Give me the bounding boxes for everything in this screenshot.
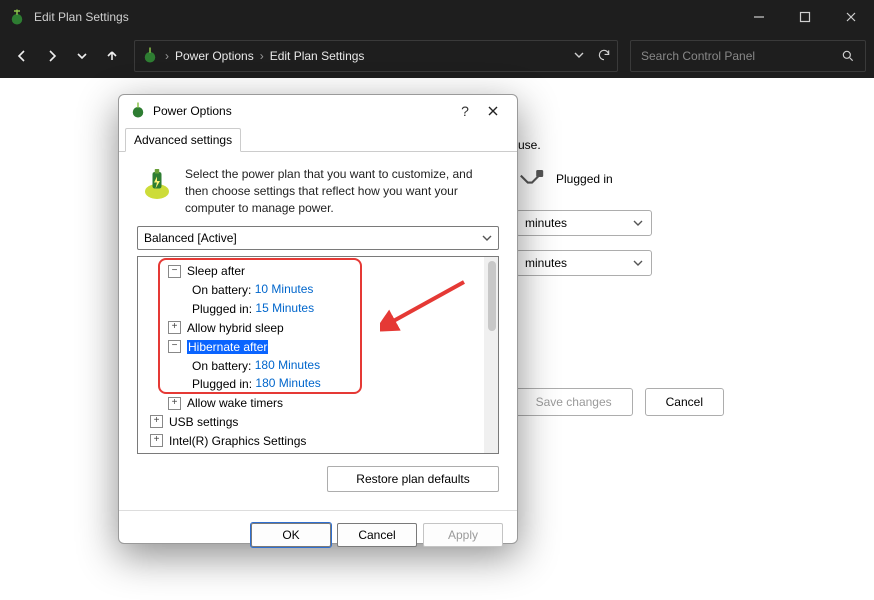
- back-button[interactable]: [8, 42, 36, 70]
- hibernate-on-battery-value[interactable]: 180 Minutes: [255, 358, 320, 372]
- power-plan-select[interactable]: Balanced [Active]: [137, 226, 499, 250]
- hint-tail: use.: [518, 138, 541, 152]
- titlebar: Edit Plan Settings: [0, 0, 874, 34]
- collapse-icon[interactable]: −: [168, 265, 181, 278]
- tree-node-allow-hybrid-sleep[interactable]: +Allow hybrid sleep: [144, 318, 478, 337]
- hibernate-after-label: Hibernate after: [187, 340, 268, 354]
- breadcrumb-root[interactable]: Power Options: [175, 49, 254, 63]
- tree-node-graphics-settings[interactable]: +Intel(R) Graphics Settings: [144, 431, 478, 450]
- search-icon: [841, 49, 855, 63]
- battery-icon: [139, 166, 175, 216]
- power-options-icon: [8, 8, 26, 26]
- chevron-right-icon: ›: [260, 49, 264, 63]
- cancel-button[interactable]: Cancel: [645, 388, 724, 416]
- forward-button[interactable]: [38, 42, 66, 70]
- minimize-button[interactable]: [736, 0, 782, 34]
- chevron-down-icon[interactable]: [573, 49, 585, 64]
- tree-leaf-hibernate-on-battery[interactable]: On battery: 180 Minutes: [144, 356, 478, 375]
- scroll-thumb[interactable]: [488, 261, 496, 331]
- power-options-icon: [141, 46, 159, 67]
- tree-scrollbar[interactable]: [484, 257, 498, 453]
- sleep-plugged-select[interactable]: minutes: [516, 250, 652, 276]
- expand-icon[interactable]: +: [150, 434, 163, 447]
- tree-leaf-sleep-on-battery[interactable]: On battery: 10 Minutes: [144, 280, 478, 299]
- expand-icon[interactable]: +: [150, 415, 163, 428]
- combo-text: minutes: [525, 256, 567, 270]
- expand-icon[interactable]: +: [150, 453, 163, 454]
- display-off-plugged-select[interactable]: minutes: [516, 210, 652, 236]
- expand-icon[interactable]: +: [168, 321, 181, 334]
- tree-leaf-sleep-plugged[interactable]: Plugged in: 15 Minutes: [144, 299, 478, 318]
- restore-plan-defaults-button[interactable]: Restore plan defaults: [327, 466, 499, 492]
- refresh-button[interactable]: [597, 48, 611, 65]
- search-placeholder: Search Control Panel: [641, 49, 841, 63]
- dialog-tabs: Advanced settings: [119, 127, 517, 152]
- tree-leaf-hibernate-plugged[interactable]: Plugged in: 180 Minutes: [144, 374, 478, 393]
- sleep-plugged-value[interactable]: 15 Minutes: [255, 301, 314, 315]
- plugged-in-header: Plugged in: [556, 172, 613, 186]
- power-options-icon: [129, 101, 147, 122]
- chevron-right-icon: ›: [165, 49, 169, 63]
- expand-icon[interactable]: +: [168, 397, 181, 410]
- settings-tree: −Sleep after On battery: 10 Minutes Plug…: [137, 256, 499, 454]
- maximize-button[interactable]: [782, 0, 828, 34]
- tree-node-allow-wake-timers[interactable]: +Allow wake timers: [144, 393, 478, 412]
- dialog-close-button[interactable]: [479, 97, 507, 125]
- dialog-ok-button[interactable]: OK: [251, 523, 331, 547]
- tree-node-hibernate-after[interactable]: −Hibernate after: [144, 337, 478, 356]
- collapse-icon[interactable]: −: [168, 340, 181, 353]
- dialog-cancel-button[interactable]: Cancel: [337, 523, 417, 547]
- plug-icon: [518, 168, 546, 189]
- close-button[interactable]: [828, 0, 874, 34]
- address-bar[interactable]: › Power Options › Edit Plan Settings: [134, 40, 618, 72]
- tab-advanced-settings[interactable]: Advanced settings: [125, 128, 241, 152]
- dialog-intro-text: Select the power plan that you want to c…: [185, 166, 497, 216]
- hibernate-plugged-value[interactable]: 180 Minutes: [255, 376, 320, 390]
- sleep-on-battery-value[interactable]: 10 Minutes: [255, 282, 314, 296]
- help-button[interactable]: ?: [451, 97, 479, 125]
- dialog-apply-button[interactable]: Apply: [423, 523, 503, 547]
- history-dropdown[interactable]: [68, 42, 96, 70]
- power-options-dialog: Power Options ? Advanced settings Select…: [118, 94, 518, 544]
- dialog-title: Power Options: [153, 104, 232, 118]
- app-window: Edit Plan Settings › Power Options › Edi…: [0, 0, 874, 600]
- tree-node-pci-express[interactable]: +PCI Express: [144, 450, 478, 455]
- save-changes-button[interactable]: Save changes: [515, 388, 633, 416]
- navbar: › Power Options › Edit Plan Settings Sea…: [0, 34, 874, 78]
- power-plan-value: Balanced [Active]: [144, 231, 237, 245]
- up-button[interactable]: [98, 42, 126, 70]
- search-input[interactable]: Search Control Panel: [630, 40, 866, 72]
- combo-text: minutes: [525, 216, 567, 230]
- tree-node-sleep-after[interactable]: −Sleep after: [144, 261, 478, 280]
- window-title: Edit Plan Settings: [34, 10, 129, 24]
- dialog-titlebar: Power Options ?: [119, 95, 517, 127]
- tree-node-usb-settings[interactable]: +USB settings: [144, 412, 478, 431]
- breadcrumb-leaf[interactable]: Edit Plan Settings: [270, 49, 365, 63]
